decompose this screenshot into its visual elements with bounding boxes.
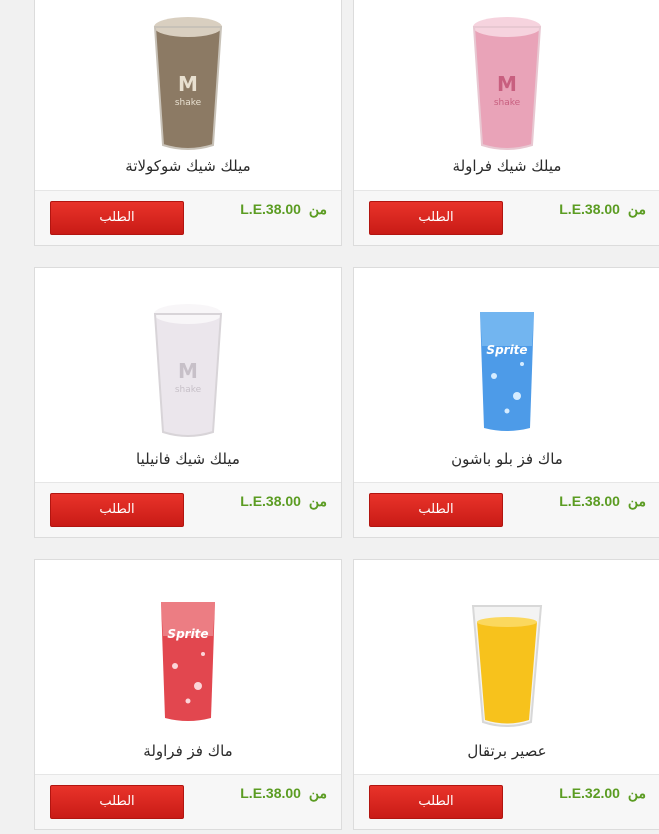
price-amount: L.E.38.00 bbox=[559, 201, 620, 217]
product-footer: الطلب من L.E.38.00 bbox=[35, 774, 341, 829]
svg-text:M: M bbox=[178, 72, 198, 96]
product-name: ماك فز فراولة bbox=[143, 742, 233, 760]
price-prefix: من bbox=[627, 785, 646, 801]
strawberry-fizz-icon: Sprite bbox=[161, 602, 215, 721]
product-card-strawberry-shake[interactable]: M shake ميلك شيك فراولة الطلب من L.E.38.… bbox=[353, 0, 659, 246]
product-name: ماك فز بلو باشون bbox=[451, 450, 563, 468]
vanilla-shake-icon: M shake bbox=[153, 304, 223, 437]
product-image-area: M shake ميلك شيك شوكولاتة bbox=[35, 0, 341, 181]
order-button[interactable]: الطلب bbox=[50, 493, 184, 527]
product-price: من L.E.38.00 bbox=[240, 493, 327, 510]
svg-text:M: M bbox=[497, 72, 517, 96]
price-prefix: من bbox=[308, 201, 327, 217]
price-amount: L.E.32.00 bbox=[559, 785, 620, 801]
product-name: عصير برتقال bbox=[467, 742, 547, 760]
product-card-chocolate-shake[interactable]: M shake ميلك شيك شوكولاتة الطلب من L.E.3… bbox=[34, 0, 342, 246]
price-prefix: من bbox=[308, 785, 327, 801]
product-price: من L.E.38.00 bbox=[559, 201, 646, 218]
order-button[interactable]: الطلب bbox=[369, 785, 503, 819]
strawberry-shake-icon: M shake bbox=[472, 17, 542, 150]
product-footer: الطلب من L.E.38.00 bbox=[35, 482, 341, 537]
blue-fizz-icon: Sprite bbox=[480, 312, 534, 431]
price-amount: L.E.38.00 bbox=[240, 785, 301, 801]
product-name: ميلك شيك فانيليا bbox=[136, 450, 240, 468]
order-button[interactable]: الطلب bbox=[369, 493, 503, 527]
order-button[interactable]: الطلب bbox=[50, 201, 184, 235]
product-image-area: M shake ميلك شيك فراولة bbox=[354, 0, 659, 181]
product-card-blue-fizz[interactable]: Sprite ماك فز بلو باشون الطلب من L.E.38.… bbox=[353, 267, 659, 538]
price-amount: L.E.38.00 bbox=[240, 201, 301, 217]
product-footer: الطلب من L.E.38.00 bbox=[35, 190, 341, 245]
product-price: من L.E.38.00 bbox=[240, 201, 327, 218]
price-amount: L.E.38.00 bbox=[559, 493, 620, 509]
price-prefix: من bbox=[627, 493, 646, 509]
order-button[interactable]: الطلب bbox=[369, 201, 503, 235]
price-prefix: من bbox=[308, 493, 327, 509]
product-name: ميلك شيك فراولة bbox=[452, 157, 562, 175]
svg-text:shake: shake bbox=[175, 98, 202, 108]
product-name: ميلك شيك شوكولاتة bbox=[125, 157, 251, 175]
product-price: من L.E.38.00 bbox=[240, 785, 327, 802]
product-footer: الطلب من L.E.38.00 bbox=[354, 482, 659, 537]
product-footer: الطلب من L.E.38.00 bbox=[354, 190, 659, 245]
product-card-vanilla-shake[interactable]: M shake ميلك شيك فانيليا الطلب من L.E.38… bbox=[34, 267, 342, 538]
svg-text:shake: shake bbox=[494, 98, 521, 108]
product-card-orange-juice[interactable]: عصير برتقال الطلب من L.E.32.00 bbox=[353, 559, 659, 830]
price-prefix: من bbox=[627, 201, 646, 217]
product-footer: الطلب من L.E.32.00 bbox=[354, 774, 659, 829]
order-button[interactable]: الطلب bbox=[50, 785, 184, 819]
product-price: من L.E.38.00 bbox=[559, 493, 646, 510]
svg-text:Sprite: Sprite bbox=[167, 627, 208, 641]
price-amount: L.E.38.00 bbox=[240, 493, 301, 509]
product-price: من L.E.32.00 bbox=[559, 785, 646, 802]
svg-text:M: M bbox=[178, 359, 198, 383]
svg-text:shake: shake bbox=[175, 385, 202, 395]
orange-juice-icon bbox=[471, 605, 543, 727]
svg-text:Sprite: Sprite bbox=[486, 343, 527, 357]
chocolate-shake-icon: M shake bbox=[153, 17, 223, 150]
product-card-strawberry-fizz[interactable]: Sprite ماك فز فراولة الطلب من L.E.38.00 bbox=[34, 559, 342, 830]
product-image-area: Sprite ماك فز فراولة bbox=[35, 560, 341, 760]
product-image-area: عصير برتقال bbox=[354, 560, 659, 760]
product-image-area: M shake ميلك شيك فانيليا bbox=[35, 268, 341, 468]
product-image-area: Sprite ماك فز بلو باشون bbox=[354, 268, 659, 468]
